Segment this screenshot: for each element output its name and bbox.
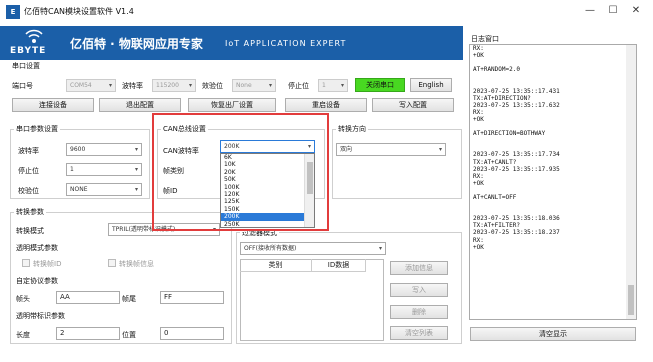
slogan-english: IoT APPLICATION EXPERT bbox=[225, 39, 347, 48]
convert-frame-info-label: 转换帧信息 bbox=[119, 260, 154, 268]
log-line: +OK bbox=[473, 179, 484, 187]
minimize-icon[interactable]: — bbox=[583, 4, 597, 18]
convert-mode-label: 转换模式 bbox=[16, 227, 44, 235]
stop-select[interactable]: 1 ▾ bbox=[318, 79, 348, 92]
filter-col-type: 类别 bbox=[240, 259, 312, 272]
baud-select[interactable]: 115200 ▾ bbox=[152, 79, 196, 92]
log-line: 2023-07-25 13:35::17.632 bbox=[473, 101, 560, 109]
log-line: RX: bbox=[473, 172, 484, 180]
direction-group bbox=[332, 129, 462, 199]
log-text: RX: +OK AT+RANDOM=2.0 2023-07-25 13:35::17.… bbox=[473, 45, 623, 251]
port-select[interactable]: COM54 ▾ bbox=[66, 79, 116, 92]
log-line: AT+RANDOM=2.0 bbox=[473, 66, 520, 74]
log-title: 日志窗口 bbox=[469, 34, 501, 44]
app-icon: E bbox=[6, 5, 20, 19]
stop-label: 停止位 bbox=[288, 82, 309, 90]
parity-select[interactable]: None ▾ bbox=[232, 79, 276, 92]
log-line: 2023-07-25 13:35::18.036 bbox=[473, 215, 560, 223]
convert-params-title: 转换参数 bbox=[14, 207, 46, 217]
serial-parity-select[interactable]: NONE ▾ bbox=[66, 183, 142, 196]
factory-reset-button[interactable]: 恢复出厂设置 bbox=[188, 98, 276, 112]
convert-frame-id-label: 转换帧ID bbox=[33, 260, 62, 268]
length-input[interactable]: 2 bbox=[56, 327, 120, 340]
baud-label: 波特率 bbox=[122, 82, 143, 90]
log-line: 2023-07-25 13:35::18.237 bbox=[473, 229, 560, 237]
window-title: 亿佰特CAN模块设置软件 V1.4 bbox=[24, 7, 134, 16]
log-scrollbar[interactable] bbox=[626, 45, 636, 319]
frame-head-input[interactable]: AA bbox=[56, 291, 120, 304]
connect-button[interactable]: 连接设备 bbox=[12, 98, 94, 112]
close-icon[interactable]: ✕ bbox=[629, 4, 643, 18]
serial-stop-select[interactable]: 1 ▾ bbox=[66, 163, 142, 176]
exit-config-button[interactable]: 退出配置 bbox=[99, 98, 181, 112]
position-input[interactable]: 0 bbox=[160, 327, 224, 340]
tag-params-title: 透明带标识参数 bbox=[16, 312, 65, 320]
filter-write-button[interactable]: 写入 bbox=[390, 283, 448, 297]
log-line: TX:AT+CANLT? bbox=[473, 158, 517, 166]
parity-label: 效验位 bbox=[202, 82, 223, 90]
log-line: AT+DIRECTION=BOTHWAY bbox=[473, 130, 546, 138]
convert-frame-info-checkbox[interactable] bbox=[108, 259, 116, 267]
maximize-icon[interactable]: ☐ bbox=[606, 4, 620, 18]
filter-col-id: ID数据 bbox=[312, 259, 366, 272]
serial-stop-label: 停止位 bbox=[18, 167, 39, 175]
english-button[interactable]: English bbox=[410, 78, 452, 92]
slogan-chinese: 亿佰特 · 物联网应用专家 bbox=[70, 37, 203, 51]
brand-logo: EBYTE bbox=[10, 46, 47, 56]
serial-parity-label: 校验位 bbox=[18, 187, 39, 195]
filter-clear-button[interactable]: 清空列表 bbox=[390, 326, 448, 340]
frame-tail-label: 帧尾 bbox=[122, 295, 136, 303]
log-line: +OK bbox=[473, 115, 484, 123]
log-line: TX:AT+FILTER? bbox=[473, 222, 520, 230]
direction-select[interactable]: 双向 ▾ bbox=[336, 143, 446, 156]
frame-head-label: 帧头 bbox=[16, 295, 30, 303]
log-line: +OK bbox=[473, 243, 484, 251]
filter-delete-button[interactable]: 删除 bbox=[390, 305, 448, 319]
log-line: 2023-07-25 13:35::17.431 bbox=[473, 87, 560, 95]
direction-title: 转换方向 bbox=[336, 124, 368, 134]
log-line: RX: bbox=[473, 108, 484, 116]
position-label: 位置 bbox=[122, 331, 136, 339]
serial-params-title: 串口参数设置 bbox=[14, 124, 60, 134]
serial-baud-select[interactable]: 9600 ▾ bbox=[66, 143, 142, 156]
port-label: 端口号 bbox=[12, 82, 33, 90]
clear-log-button[interactable]: 清空显示 bbox=[470, 327, 636, 341]
log-line: AT+CANLT=OFF bbox=[473, 193, 517, 201]
length-label: 长度 bbox=[16, 331, 30, 339]
log-line: TX:AT+DIRECTION? bbox=[473, 94, 531, 102]
custom-protocol-title: 自定协议参数 bbox=[16, 277, 58, 285]
convert-frame-id-checkbox[interactable] bbox=[22, 259, 30, 267]
highlight-box bbox=[152, 113, 329, 231]
frame-tail-input[interactable]: FF bbox=[160, 291, 224, 304]
log-line: 2023-07-25 13:35::17.935 bbox=[473, 165, 560, 173]
log-line: +OK bbox=[473, 52, 484, 60]
wireless-logo-icon bbox=[25, 29, 43, 43]
serial-setup-title: 串口设置 bbox=[10, 61, 42, 71]
transparent-title: 透明模式参数 bbox=[16, 244, 58, 252]
close-port-button[interactable]: 关闭串口 bbox=[355, 78, 405, 92]
log-window[interactable]: RX: +OK AT+RANDOM=2.0 2023-07-25 13:35::17.… bbox=[469, 44, 637, 320]
restart-button[interactable]: 重启设备 bbox=[285, 98, 367, 112]
add-filter-button[interactable]: 添加信息 bbox=[390, 261, 448, 275]
serial-baud-label: 波特率 bbox=[18, 147, 39, 155]
log-line: 2023-07-25 13:35::17.734 bbox=[473, 151, 560, 159]
log-line: RX: bbox=[473, 236, 484, 244]
log-line: RX: bbox=[473, 45, 484, 52]
filter-mode-select[interactable]: OFF(接收所有数据) ▾ bbox=[240, 242, 386, 255]
write-config-button[interactable]: 写入配置 bbox=[372, 98, 454, 112]
log-scroll-thumb[interactable] bbox=[628, 285, 634, 315]
